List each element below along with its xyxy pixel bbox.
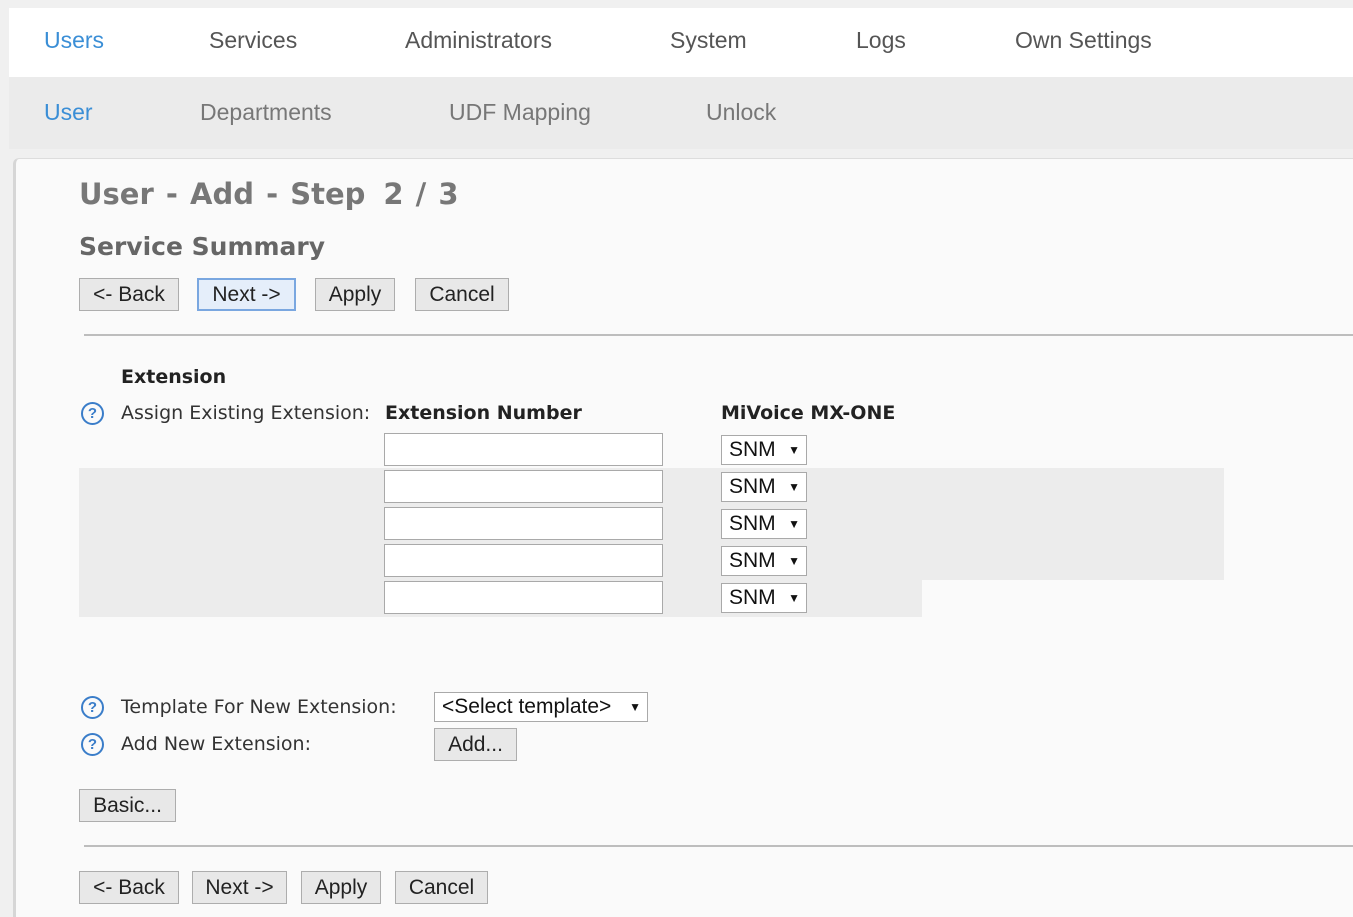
add-extension-button[interactable]: Add...: [434, 728, 517, 761]
system-select-value: SNM: [729, 438, 776, 461]
next-button-bottom[interactable]: Next ->: [192, 871, 287, 904]
subnav-departments[interactable]: Departments: [200, 99, 332, 126]
chevron-down-icon: ▼: [788, 591, 800, 605]
help-icon-assign[interactable]: ?: [81, 402, 104, 425]
template-select[interactable]: <Select template> ▼: [434, 692, 648, 722]
back-button-top[interactable]: <- Back: [79, 278, 179, 311]
basic-button[interactable]: Basic...: [79, 789, 176, 822]
help-icon-template[interactable]: ?: [81, 696, 104, 719]
template-label: Template For New Extension:: [121, 696, 397, 718]
extension-number-input[interactable]: [384, 581, 663, 614]
next-button-top[interactable]: Next ->: [197, 278, 296, 311]
nav-services[interactable]: Services: [209, 27, 297, 54]
chevron-down-icon: ▼: [788, 517, 800, 531]
system-select-value: SNM: [729, 475, 776, 498]
nav-administrators[interactable]: Administrators: [405, 27, 552, 54]
back-button-bottom[interactable]: <- Back: [79, 871, 179, 904]
system-select[interactable]: SNM ▼: [721, 546, 807, 576]
col-mivoice: MiVoice MX-ONE: [721, 402, 896, 424]
page-title: User - Add - Step 2 / 3: [79, 177, 459, 211]
subnav-udf-mapping[interactable]: UDF Mapping: [449, 99, 591, 126]
system-select-value: SNM: [729, 512, 776, 535]
system-select[interactable]: SNM ▼: [721, 583, 807, 613]
chevron-down-icon: ▼: [788, 554, 800, 568]
system-select[interactable]: SNM ▼: [721, 435, 807, 465]
cancel-button-top[interactable]: Cancel: [415, 278, 509, 311]
nav-own-settings[interactable]: Own Settings: [1015, 27, 1152, 54]
extension-number-input[interactable]: [384, 544, 663, 577]
apply-button-bottom[interactable]: Apply: [301, 871, 381, 904]
section-title: Service Summary: [79, 232, 326, 261]
add-extension-label: Add New Extension:: [121, 733, 311, 755]
chevron-down-icon: ▼: [788, 480, 800, 494]
subnav-unlock[interactable]: Unlock: [706, 99, 776, 126]
system-select-value: SNM: [729, 586, 776, 609]
sub-nav: User Departments UDF Mapping Unlock: [9, 77, 1353, 149]
system-select[interactable]: SNM ▼: [721, 472, 807, 502]
extension-number-input[interactable]: [384, 507, 663, 540]
chevron-down-icon: ▼: [629, 700, 641, 714]
apply-button-top[interactable]: Apply: [315, 278, 395, 311]
extension-number-input[interactable]: [384, 433, 663, 466]
system-select[interactable]: SNM ▼: [721, 509, 807, 539]
help-icon-add[interactable]: ?: [81, 733, 104, 756]
divider-bottom: [84, 845, 1353, 847]
top-nav: Users Services Administrators System Log…: [9, 8, 1353, 77]
template-select-value: <Select template>: [442, 695, 612, 718]
subnav-user[interactable]: User: [44, 99, 93, 126]
chevron-down-icon: ▼: [788, 443, 800, 457]
extension-number-input[interactable]: [384, 470, 663, 503]
nav-users[interactable]: Users: [44, 27, 104, 54]
assign-extension-label: Assign Existing Extension:: [121, 402, 371, 424]
divider-top: [84, 334, 1353, 336]
extension-heading: Extension: [121, 366, 227, 388]
cancel-button-bottom[interactable]: Cancel: [395, 871, 488, 904]
page-title-text: User - Add - Step: [79, 177, 366, 211]
nav-system[interactable]: System: [670, 27, 747, 54]
step-indicator: 2 / 3: [383, 177, 459, 211]
col-extension-number: Extension Number: [385, 402, 582, 424]
system-select-value: SNM: [729, 549, 776, 572]
nav-logs[interactable]: Logs: [856, 27, 906, 54]
